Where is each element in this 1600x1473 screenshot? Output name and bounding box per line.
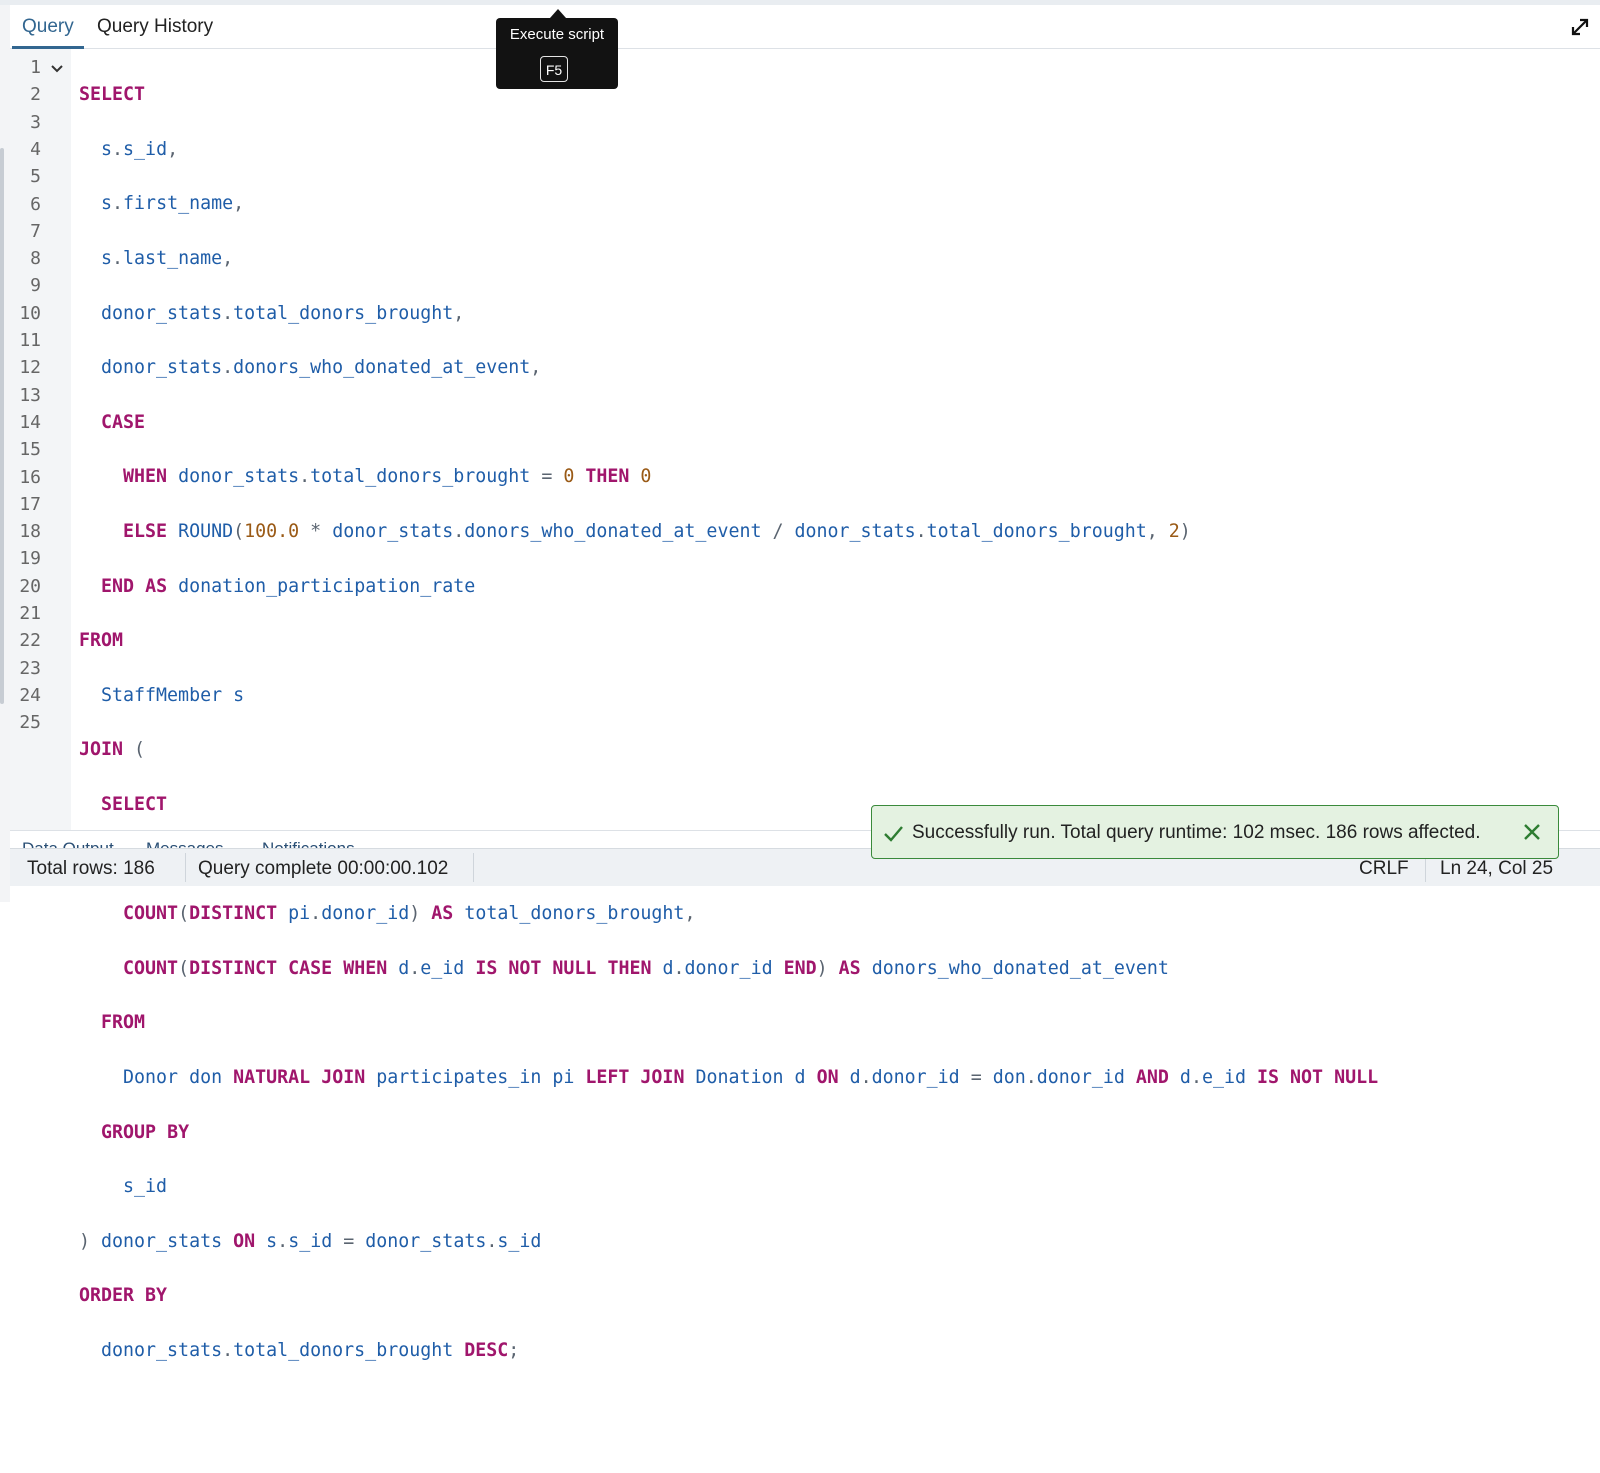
success-toast: Successfully run. Total query runtime: 1… (871, 805, 1559, 859)
query-complete: Query complete 00:00:00.102 (198, 858, 449, 879)
tab-query-history[interactable]: Query History (97, 5, 213, 48)
code-line: JOIN ( (79, 739, 146, 761)
line-number: 17 (19, 493, 41, 515)
code-line: ) donor_stats ON s.s_id = donor_stats.s_… (79, 1230, 542, 1252)
line-number: 9 (30, 275, 41, 297)
code-line: GROUP BY (101, 1121, 190, 1143)
code-line: COUNT(DISTINCT pi.donor_id) AS total_don… (123, 903, 696, 925)
tab-query[interactable]: Query (12, 5, 84, 49)
code-line: s.last_name, (101, 248, 234, 270)
code-line: s.first_name, (101, 193, 245, 215)
code-line: donor_stats.total_donors_brought DESC; (101, 1339, 520, 1361)
line-number: 8 (30, 248, 41, 270)
execute-script-tooltip: Execute script F5 (496, 9, 618, 89)
line-number: 19 (19, 548, 41, 570)
line-number: 5 (30, 166, 41, 188)
line-number: 25 (19, 712, 41, 734)
line-number: 10 (19, 302, 41, 324)
tooltip-title: Execute script (509, 26, 605, 43)
code-line: CASE (101, 411, 146, 433)
check-icon (884, 826, 903, 842)
code-line: ELSE ROUND(100.0 * donor_stats.donors_wh… (123, 521, 1191, 543)
query-tabbar: Query Query History (10, 5, 1600, 49)
code-line: donor_stats.total_donors_brought, (101, 302, 465, 324)
code-line: SELECT (79, 84, 146, 106)
status-divider (185, 853, 186, 882)
line-number: 23 (19, 657, 41, 679)
code-line: StaffMember s (101, 684, 245, 706)
code-line: FROM (101, 1012, 146, 1034)
line-number: 15 (19, 439, 41, 461)
code-line: Donor don NATURAL JOIN participates_in p… (123, 1066, 1379, 1088)
line-number: 20 (19, 575, 41, 597)
line-number: 18 (19, 521, 41, 543)
expand-icon[interactable] (1568, 15, 1592, 39)
line-gutter: 1 2 3 4 5 6 7 8 9 10 11 12 13 14 15 16 17 18 19 20 21 22 23 24 2… (10, 49, 71, 830)
code-line: s.s_id, (101, 138, 179, 160)
code-line: COUNT(DISTINCT CASE WHEN d.e_id IS NOT N… (123, 957, 1169, 979)
code-line: FROM (79, 630, 124, 652)
shortcut-key: F5 (540, 56, 568, 82)
line-number: 7 (30, 220, 41, 242)
total-rows: Total rows: 186 (27, 858, 155, 879)
chevron-down-icon[interactable] (50, 62, 64, 76)
code-line: WHEN donor_stats.total_donors_brought = … (123, 466, 652, 488)
code-area[interactable]: SELECT s.s_id, s.first_name, s.last_name… (79, 49, 1378, 1473)
line-number: 1 (30, 57, 41, 78)
code-line: donor_stats.donors_who_donated_at_event, (101, 357, 542, 379)
line-number: 16 (19, 466, 41, 488)
line-number: 14 (19, 411, 41, 433)
line-number: 11 (19, 330, 41, 351)
close-icon[interactable] (1522, 822, 1542, 842)
line-number: 6 (30, 193, 41, 215)
line-number: 12 (19, 357, 41, 379)
line-number: 4 (30, 138, 41, 160)
toast-message: Successfully run. Total query runtime: 1… (912, 822, 1481, 843)
line-number: 22 (19, 630, 41, 652)
status-divider (473, 853, 474, 882)
code-line: END AS donation_participation_rate (101, 575, 476, 597)
line-number: 13 (19, 384, 41, 406)
line-number: 24 (19, 684, 41, 706)
code-line: ORDER BY (79, 1285, 168, 1307)
line-number: 3 (30, 111, 41, 133)
sql-editor[interactable]: 1 2 3 4 5 6 7 8 9 10 11 12 13 14 15 16 17 18 19 20 21 22 23 24 2… (10, 49, 1600, 1361)
code-line: s_id (123, 1176, 168, 1198)
line-number: 21 (19, 603, 41, 624)
line-number: 2 (30, 84, 41, 106)
panel-resize-handle[interactable] (0, 148, 4, 704)
